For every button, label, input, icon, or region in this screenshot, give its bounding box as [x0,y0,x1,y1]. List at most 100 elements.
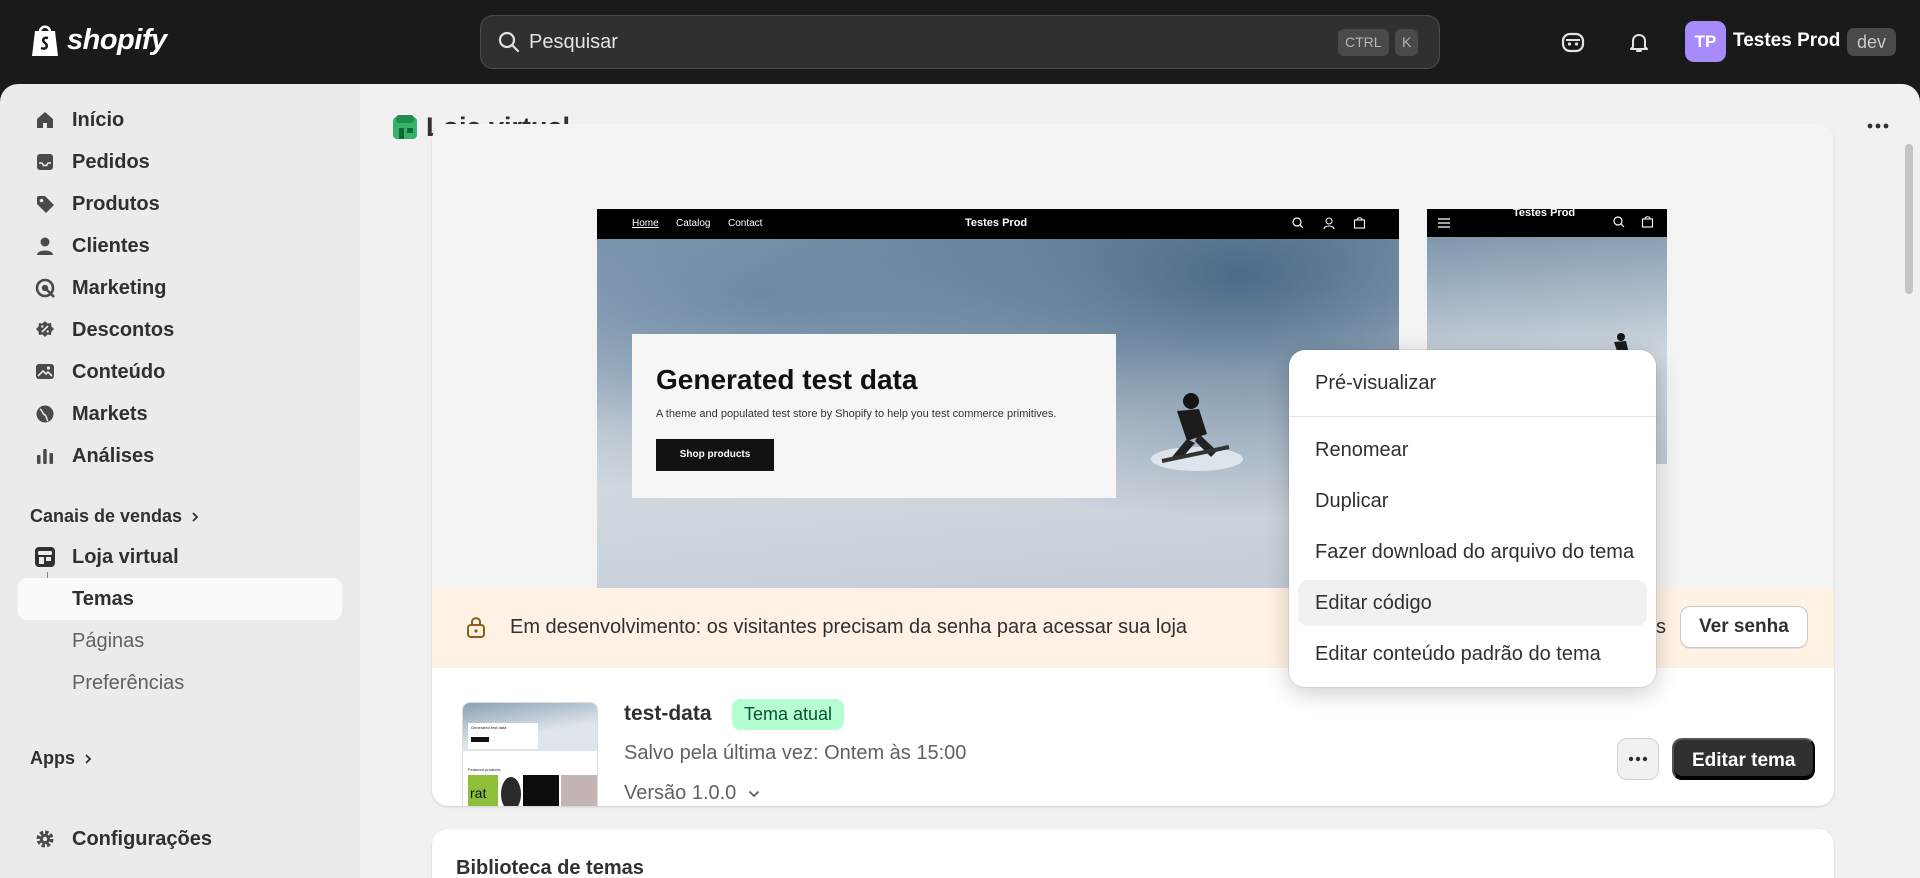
banner-text: Em desenvolvimento: os visitantes precis… [510,616,1188,638]
theme-name: test-data [624,702,712,725]
theme-library-title: Biblioteca de temas [456,857,644,878]
sidekick-icon[interactable] [1557,26,1589,58]
chevron-right-icon [85,753,92,764]
sidebar-item-temas[interactable]: Temas [18,578,342,620]
chevron-right-icon [192,511,199,522]
more-horizontal-icon [1628,756,1648,762]
shopping-bag-icon [32,25,58,56]
last-saved-text: Salvo pela última vez: Ontem às 15:00 [624,742,967,764]
hamburger-icon [1438,218,1450,228]
shortcut-ctrl-key: CTRL [1338,29,1389,56]
theme-thumbnail[interactable]: Generated test data Featured products ra… [462,702,598,806]
sidebar-item-conteudo[interactable]: Conteúdo [18,351,342,393]
person-icon [31,232,59,260]
preview-nav: Home Catalog Contact Testes Prod [597,209,1399,239]
target-icon [31,274,59,302]
sidebar-item-preferencias[interactable]: Preferências [18,662,342,704]
preview-hero-subtitle: A theme and populated test store by Shop… [656,408,1057,420]
banner-text-partial: s [1656,616,1666,638]
apps-header[interactable]: Apps [30,748,93,769]
desktop-preview: Home Catalog Contact Testes Prod Generat… [597,209,1399,589]
sidebar-item-pedidos[interactable]: Pedidos [18,141,342,183]
sidebar-item-label: Loja virtual [72,545,179,568]
bell-icon[interactable] [1623,26,1655,58]
menu-item-download-theme[interactable]: Fazer download do arquivo do tema [1298,529,1647,575]
gear-icon [31,825,59,853]
preview-store-title: Testes Prod [965,217,1028,229]
apps-label: Apps [30,748,75,768]
view-password-button[interactable]: Ver senha [1680,606,1808,648]
sidebar-item-label: Preferências [72,671,185,694]
cart-icon [1641,216,1654,228]
shopify-logo[interactable]: shopify [29,22,167,58]
main-content: Loja virtual Home Catalog Contact Testes… [360,84,1920,878]
theme-actions-menu: Pré-visualizar Renomear Duplicar Fazer d… [1289,350,1656,687]
sidebar-item-label: Configurações [72,827,213,850]
sidebar-item-label: Markets [72,402,148,425]
menu-divider [1289,416,1656,417]
thumbnail-title: Generated test data [471,725,507,730]
preview-nav-link: Home [632,218,659,229]
sidebar-item-inicio[interactable]: Início [18,99,342,141]
menu-item-rename[interactable]: Renomear [1298,427,1647,473]
mobile-preview-nav: Testes Prod [1427,209,1667,237]
edit-theme-button[interactable]: Editar tema [1672,738,1816,780]
sidebar-item-analises[interactable]: Análises [18,435,342,477]
search-bar[interactable]: Pesquisar CTRL K [480,15,1440,69]
search-input[interactable]: Pesquisar [529,31,618,54]
lock-icon [467,617,485,638]
avatar[interactable]: TP [1685,21,1726,62]
preview-shop-button: Shop products [656,439,774,471]
logo-text: shopify [67,23,167,56]
sidebar-item-marketing[interactable]: Marketing [18,267,342,309]
scrollbar[interactable] [1905,144,1913,294]
theme-library-card: Biblioteca de temas [432,829,1834,878]
chevron-down-icon [749,790,760,797]
menu-item-duplicate[interactable]: Duplicar [1298,478,1647,524]
theme-more-actions-button[interactable] [1617,738,1659,780]
preview-nav-link: Contact [728,218,763,229]
mobile-store-title: Testes Prod [1513,209,1576,219]
sidebar-item-label: Pedidos [72,150,150,173]
preview-hero-image: Generated test data A theme and populate… [597,239,1399,589]
sidebar-item-configuracoes[interactable]: Configurações [18,818,342,860]
discount-icon [31,316,59,344]
sidebar-item-produtos[interactable]: Produtos [18,183,342,225]
sidebar-item-clientes[interactable]: Clientes [18,225,342,267]
tag-icon [31,190,59,218]
store-name[interactable]: Testes Prod [1733,30,1840,52]
sidebar-item-loja-virtual[interactable]: Loja virtual [18,536,342,578]
more-horizontal-icon [1867,123,1889,129]
inbox-icon [31,148,59,176]
storefront-icon [31,543,59,571]
sidebar-item-label: Produtos [72,192,160,215]
sidebar-item-paginas[interactable]: Páginas [18,620,342,662]
snowboarder-image [1151,393,1243,471]
sidebar-item-label: Descontos [72,318,175,341]
version-label: Versão 1.0.0 [624,782,737,804]
sidebar-item-label: Conteúdo [72,360,166,383]
sales-channels-header[interactable]: Canais de vendas [30,506,200,527]
menu-item-edit-default-content[interactable]: Editar conteúdo padrão do tema [1298,631,1647,677]
menu-item-edit-code[interactable]: Editar código [1298,580,1647,626]
search-icon [498,31,520,53]
page-more-actions-button[interactable] [1862,110,1894,142]
shortcut-k-key: K [1395,29,1419,56]
sales-channels-label: Canais de vendas [30,506,183,526]
sidebar-item-markets[interactable]: Markets [18,393,342,435]
thumbnail-product-word: rat [470,785,487,801]
globe-icon [31,400,59,428]
bar-chart-icon [31,442,59,470]
search-icon [1613,216,1625,228]
menu-item-preview[interactable]: Pré-visualizar [1298,360,1647,406]
cart-icon [1353,217,1366,229]
preview-hero-title: Generated test data [656,364,918,395]
home-icon [31,106,59,134]
sidebar-item-label: Marketing [72,276,167,299]
preview-hero-box: Generated test data A theme and populate… [632,334,1116,498]
sidebar: Início Pedidos Produtos Clientes Marketi… [0,84,360,878]
sidebar-item-label: Temas [72,587,134,610]
version-selector[interactable]: Versão 1.0.0 [624,782,760,805]
current-theme-badge: Tema atual [732,699,845,730]
sidebar-item-descontos[interactable]: Descontos [18,309,342,351]
